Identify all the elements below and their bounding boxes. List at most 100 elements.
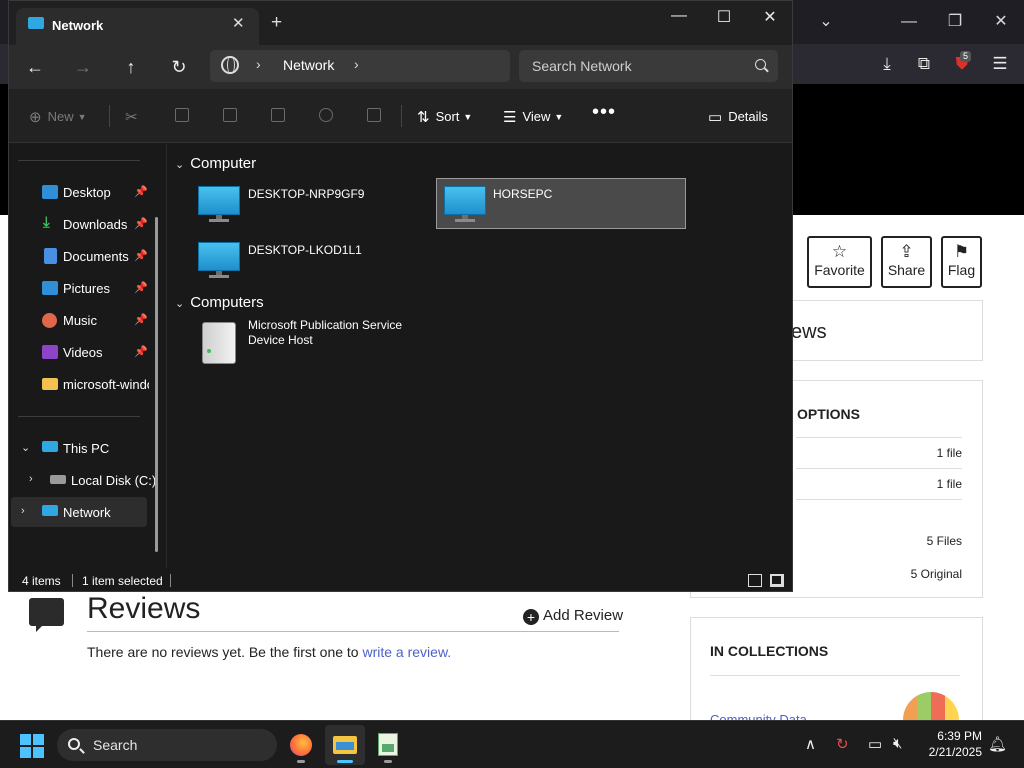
tab-network[interactable]: Network ✕ [16, 8, 259, 45]
extensions-icon[interactable]: ⧉ [912, 52, 936, 76]
pin-icon[interactable]: 📌 [134, 217, 148, 230]
drive-icon [50, 475, 66, 484]
network-computer-item[interactable]: DESKTOP-NRP9GF9 [187, 180, 437, 231]
chevron-right-icon[interactable]: › [29, 473, 33, 485]
network-device-item[interactable]: Microsoft Publication Service Device Hos… [187, 316, 427, 367]
download-icon: ⤓ [43, 214, 50, 231]
option-row[interactable]: 1 file [796, 468, 962, 491]
new-button[interactable]: ⊕ New ▼ [29, 108, 87, 126]
large-icons-view-icon[interactable] [770, 574, 784, 587]
forward-arrow-icon[interactable]: → [71, 55, 95, 79]
back-arrow-icon[interactable]: ← [23, 55, 47, 79]
sidebar-item-local-disk[interactable]: › Local Disk (C:) [9, 465, 155, 495]
view-button[interactable]: ☰ View ▼ [503, 108, 563, 126]
divider [87, 631, 619, 632]
share-icon[interactable] [319, 108, 333, 122]
copy-icon[interactable] [175, 108, 189, 122]
sort-icon: ⇅ [417, 109, 430, 126]
taskbar: Search ∧ ↻ ▭ 🔇︎ 6:39 PM 2/21/2025 🔔︎ [0, 720, 1024, 768]
downloads-icon[interactable]: ⤓ [875, 52, 899, 76]
update-icon[interactable]: ↻ [836, 735, 849, 753]
network-computer-item[interactable]: DESKTOP-LKOD1L1 [187, 236, 437, 287]
pin-icon[interactable]: 📌 [134, 345, 148, 358]
close-button[interactable]: ✕ [759, 7, 781, 27]
clock[interactable]: 6:39 PM 2/21/2025 [920, 728, 982, 760]
chevron-down-icon: ▼ [77, 112, 87, 122]
write-review-link[interactable]: write a review. [362, 644, 451, 660]
status-bar: 4 items 1 item selected [9, 568, 792, 591]
sidebar-item-folder[interactable]: microsoft-windo [9, 369, 149, 399]
file-explorer-window: Network ✕ + — ☐ ✕ ← → ↑ ↻ › Network › Se… [8, 0, 793, 592]
sidebar-item-this-pc[interactable]: ⌄ This PC [9, 433, 155, 463]
browser-maximize-button[interactable]: ❐ [943, 10, 967, 34]
favorite-button[interactable]: ☆ Favorite [807, 236, 872, 288]
sidebar-item-music[interactable]: Music 📌 [9, 305, 155, 335]
volume-muted-icon[interactable]: 🔇︎ [893, 735, 902, 752]
delete-icon[interactable] [367, 108, 381, 122]
display-icon[interactable]: ▭ [868, 735, 882, 753]
sidebar-item-videos[interactable]: Videos 📌 [9, 337, 155, 367]
pin-icon[interactable]: 📌 [134, 185, 148, 198]
selection-count: 1 item selected [82, 574, 163, 588]
navigation-scrollbar[interactable] [155, 217, 158, 552]
breadcrumb-network[interactable]: Network [283, 57, 334, 73]
network-computer-item-selected[interactable]: HORSEPC [436, 178, 686, 229]
paste-icon[interactable] [223, 108, 237, 122]
chevron-right-icon[interactable]: › [354, 56, 359, 72]
chevron-down-icon[interactable]: ⌄ [21, 441, 30, 454]
option-row[interactable]: 1 file [796, 437, 962, 460]
minimize-button[interactable]: — [668, 7, 690, 25]
search-input[interactable]: Search Network [519, 50, 778, 82]
notifications-bell-icon[interactable]: 🔔︎ [988, 735, 1007, 753]
pc-icon [42, 441, 58, 452]
pin-icon[interactable]: 📌 [134, 313, 148, 326]
computer-icon [198, 186, 240, 222]
chevron-down-icon: ▼ [554, 112, 564, 122]
browser-close-button[interactable]: ✕ [989, 10, 1013, 34]
extension-badge: 5 [960, 51, 972, 62]
option-row[interactable]: 5 Original [796, 559, 962, 581]
search-icon [68, 738, 80, 750]
new-tab-button[interactable]: + [271, 13, 282, 33]
sidebar-item-desktop[interactable]: Desktop 📌 [9, 177, 155, 207]
divider [18, 416, 140, 417]
show-hidden-icons-chevron-icon[interactable]: ∧ [805, 735, 816, 753]
more-options-icon[interactable]: ••• [592, 101, 616, 124]
maximize-button[interactable]: ☐ [713, 7, 735, 27]
up-arrow-icon[interactable]: ↑ [119, 55, 143, 79]
pictures-icon [42, 281, 58, 295]
sidebar-item-downloads[interactable]: ⤓ Downloads 📌 [9, 209, 155, 239]
taskbar-search[interactable]: Search [57, 729, 277, 761]
sidebar-item-documents[interactable]: Documents 📌 [9, 241, 155, 271]
flag-button[interactable]: ⚑ Flag [941, 236, 982, 288]
network-icon [42, 505, 58, 516]
group-header-computer[interactable]: ⌄ Computer [175, 155, 256, 172]
close-tab-icon[interactable]: ✕ [232, 14, 245, 32]
cut-icon[interactable]: ✂ [125, 108, 138, 126]
reviews-heading: Reviews [87, 592, 201, 625]
details-view-icon[interactable] [748, 574, 762, 587]
option-row[interactable]: 5 Files [796, 499, 962, 559]
chevron-right-icon[interactable]: › [21, 505, 25, 517]
browser-minimize-button[interactable]: — [897, 10, 921, 34]
notepad-taskbar-button[interactable] [368, 725, 408, 765]
sort-button[interactable]: ⇅ Sort ▼ [417, 108, 472, 126]
add-review-button[interactable]: + Add Review [523, 607, 623, 625]
tab-list-chevron-icon[interactable]: ⌄ [814, 10, 838, 34]
details-button[interactable]: ▭ Details [708, 108, 768, 126]
group-header-computers[interactable]: ⌄ Computers [175, 294, 264, 311]
start-button[interactable] [20, 734, 44, 758]
pin-icon[interactable]: 📌 [134, 249, 148, 262]
sidebar-item-network[interactable]: › Network [11, 497, 147, 527]
refresh-icon[interactable]: ↻ [167, 55, 191, 79]
firefox-taskbar-button[interactable] [281, 725, 321, 765]
chevron-right-icon[interactable]: › [256, 56, 261, 72]
share-button[interactable]: ⇪ Share [881, 236, 932, 288]
address-bar[interactable]: › Network › [210, 50, 510, 82]
menu-icon[interactable]: ☰ [988, 52, 1012, 76]
pin-icon[interactable]: 📌 [134, 281, 148, 294]
file-explorer-taskbar-button[interactable] [325, 725, 365, 765]
divider [170, 574, 171, 587]
rename-icon[interactable] [271, 108, 285, 122]
sidebar-item-pictures[interactable]: Pictures 📌 [9, 273, 155, 303]
